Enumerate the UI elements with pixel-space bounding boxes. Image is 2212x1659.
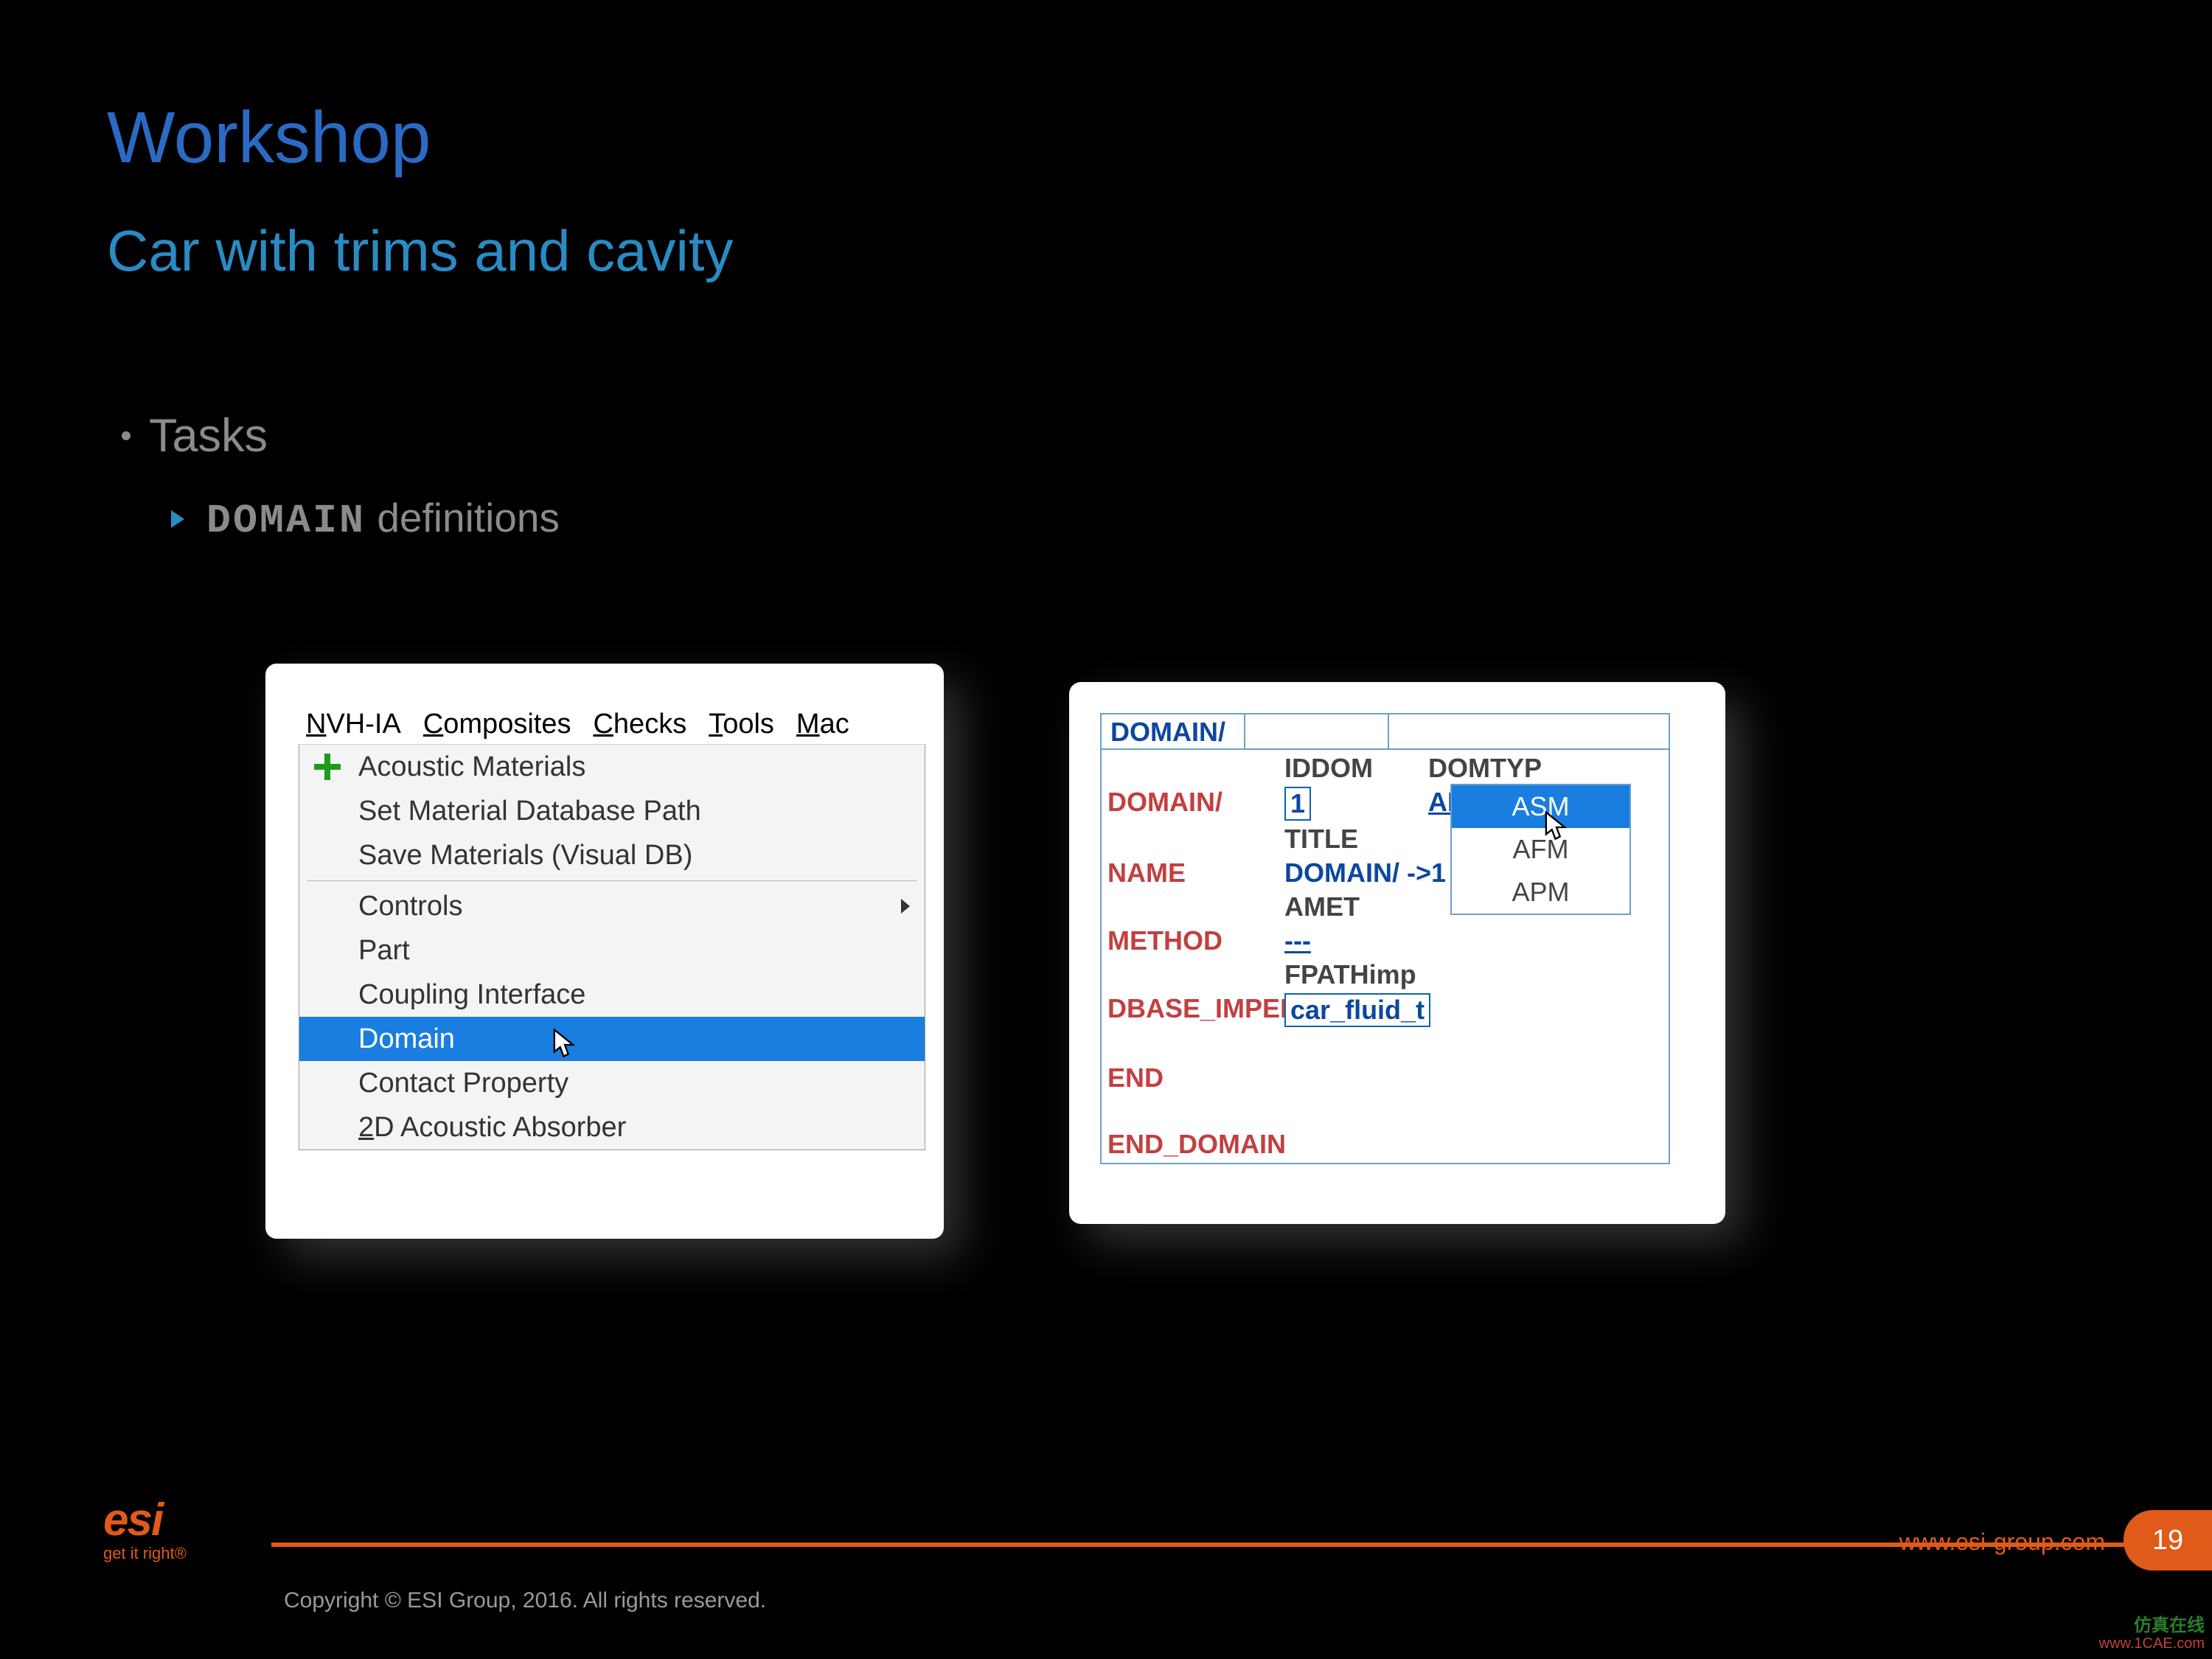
menubar: NVH-IA Composites Checks Tools Mac <box>299 704 925 745</box>
menu-mac[interactable]: Mac <box>796 709 849 740</box>
form-col-domtyp: DOMTYP <box>1422 751 1669 785</box>
menu-item-label: Set Material Database Path <box>358 796 701 827</box>
domtyp-dropdown: ASM AFM APM <box>1450 784 1631 915</box>
cursor-icon <box>1545 811 1568 841</box>
watermark-line1: 仿真在线 <box>2099 1616 2205 1635</box>
menu-nvhia[interactable]: NVH-IA <box>306 709 401 740</box>
page-number: 19 <box>2152 1525 2183 1557</box>
form-value-name[interactable]: DOMAIN/ ->1 <box>1284 858 1446 888</box>
menu-item-label: Save Materials (Visual DB) <box>358 840 692 872</box>
form-col-amet: AMET <box>1279 890 1422 924</box>
menu-item-controls[interactable]: Controls <box>299 884 925 928</box>
plus-icon <box>314 754 341 780</box>
bullet-dot-icon <box>122 431 131 440</box>
watermark-line2: www.1CAE.com <box>2099 1635 2205 1652</box>
footer-divider <box>271 1543 2153 1547</box>
domain-keyword: DOMAIN <box>206 498 366 544</box>
menu-item-part[interactable]: Part <box>299 928 925 973</box>
menu-item-save-visualdb[interactable]: Save Materials (Visual DB) <box>299 833 925 877</box>
slide-title: Workshop <box>107 96 431 179</box>
form-value-method[interactable]: --- <box>1284 925 1311 956</box>
dropdown-option-apm[interactable]: APM <box>1452 871 1630 914</box>
screenshot-domain-form: DOMAIN/ . IDDOM DOMTYP DOMAIN/ 1 APM . T… <box>1069 682 1725 1224</box>
form-input-iddom[interactable]: 1 <box>1284 787 1311 821</box>
form-label-name: NAME <box>1102 856 1279 890</box>
dropdown-option-asm[interactable]: ASM <box>1452 785 1630 828</box>
bullet-tasks-label: Tasks <box>149 409 268 462</box>
menu-item-label: Controls <box>358 891 463 922</box>
form-header: DOMAIN/ <box>1100 713 1670 748</box>
slide-subtitle: Car with trims and cavity <box>107 218 734 285</box>
form-col-iddom: IDDOM <box>1279 751 1422 785</box>
menu-tools[interactable]: Tools <box>709 709 774 740</box>
menu-item-label: Coupling Interface <box>358 979 585 1011</box>
form-label-end-domain: END_DOMAIN <box>1102 1127 1279 1161</box>
bullet-domain-definitions: DOMAIN definitions <box>171 494 560 544</box>
form-label-dbase-imped: DBASE_IMPED/ <box>1102 992 1279 1026</box>
form-label-end: END <box>1102 1061 1279 1095</box>
logo-text: esi <box>103 1500 187 1541</box>
submenu-arrow-icon <box>901 899 910 914</box>
menu-item-2d-acoustic-absorber[interactable]: 2D Acoustic Absorber <box>299 1105 925 1150</box>
copyright-text: Copyright © ESI Group, 2016. All rights … <box>284 1588 766 1613</box>
bullet-tasks: Tasks <box>122 409 268 462</box>
logo-tagline: get it right® <box>103 1544 187 1563</box>
menu-item-label: Domain <box>358 1023 455 1055</box>
bullet-arrow-icon <box>171 510 184 528</box>
page-number-badge: 19 <box>2124 1510 2212 1571</box>
menu-item-domain[interactable]: Domain <box>299 1017 925 1061</box>
menu-item-acoustic-materials[interactable]: Acoustic Materials <box>299 745 925 789</box>
form-label-method: METHOD <box>1102 924 1279 958</box>
menu-composites[interactable]: Composites <box>423 709 571 740</box>
form-tab-domain[interactable]: DOMAIN/ <box>1102 714 1245 748</box>
menu-dropdown-panel: Acoustic Materials Set Material Database… <box>299 745 925 1150</box>
form-label-domain: DOMAIN/ <box>1102 785 1279 819</box>
menu-item-label: Contact Property <box>358 1068 568 1099</box>
bullet-definitions-label: definitions <box>366 495 560 540</box>
esi-logo: esi get it right® <box>103 1500 187 1563</box>
menu-item-set-db-path[interactable]: Set Material Database Path <box>299 789 925 833</box>
menu-item-contact-property[interactable]: Contact Property <box>299 1061 925 1105</box>
menu-item-label: 2D Acoustic Absorber <box>358 1112 626 1144</box>
watermark: 仿真在线 www.1CAE.com <box>2099 1616 2205 1652</box>
form-input-dbase-imped[interactable]: car_fluid_t <box>1284 993 1430 1027</box>
form-tab-empty <box>1245 714 1389 748</box>
menu-item-label: Acoustic Materials <box>358 751 585 783</box>
form-col-fpathimp: FPATHimp <box>1279 958 1422 992</box>
form-col-title: TITLE <box>1279 822 1422 856</box>
cursor-icon <box>553 1029 577 1058</box>
screenshot-menu: NVH-IA Composites Checks Tools Mac Acous… <box>265 664 944 1239</box>
bullet-domain-text: DOMAIN definitions <box>206 494 560 544</box>
dropdown-option-afm[interactable]: AFM <box>1452 828 1630 871</box>
footer: esi get it right® Copyright © ESI Group,… <box>0 1467 2212 1659</box>
website-url: www.esi-group.com <box>1899 1528 2105 1556</box>
menu-item-coupling-interface[interactable]: Coupling Interface <box>299 973 925 1017</box>
menu-separator <box>307 880 917 881</box>
menu-checks[interactable]: Checks <box>593 709 686 740</box>
menu-item-label: Part <box>358 935 410 967</box>
